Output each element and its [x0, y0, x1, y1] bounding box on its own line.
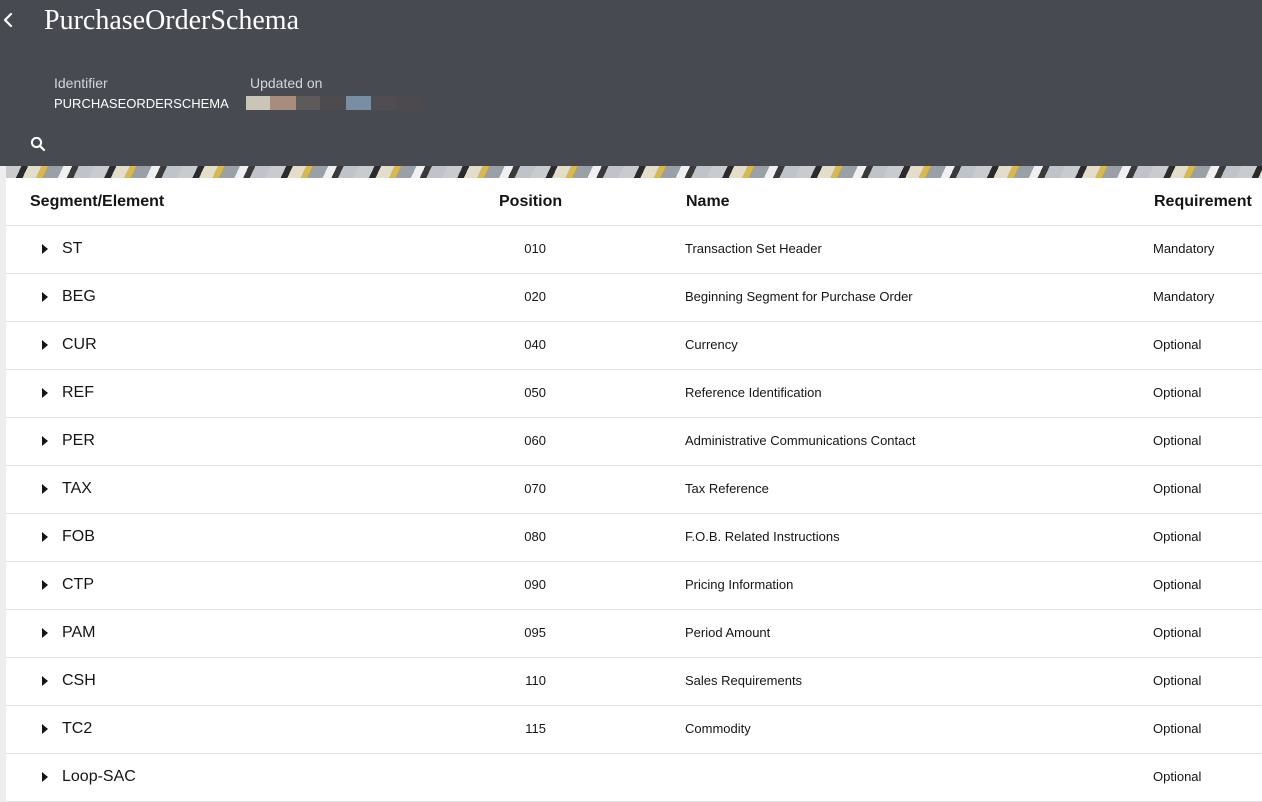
expand-row-button[interactable]: [40, 530, 50, 544]
decorative-banner: [6, 166, 1262, 178]
table-row[interactable]: PER 060 Administrative Communications Co…: [6, 418, 1262, 466]
position-cell: 040: [524, 337, 546, 352]
page-title: PurchaseOrderSchema: [44, 5, 300, 36]
page-header: PurchaseOrderSchema Identifier PURCHASEO…: [0, 0, 1262, 166]
requirement-cell: Optional: [1153, 337, 1202, 352]
position-cell: 080: [524, 529, 546, 544]
position-cell: 090: [524, 577, 546, 592]
requirement-cell: Optional: [1153, 769, 1202, 784]
table-row[interactable]: CUR 040 Currency Optional: [6, 322, 1262, 370]
expand-row-button[interactable]: [40, 338, 50, 352]
caret-right-icon: [42, 484, 48, 494]
segment-cell: REF: [62, 384, 94, 401]
segment-cell: TC2: [62, 720, 93, 737]
position-cell: 050: [524, 385, 546, 400]
expand-row-button[interactable]: [40, 674, 50, 688]
segment-cell: PER: [62, 432, 95, 449]
name-cell: Beginning Segment for Purchase Order: [685, 289, 913, 304]
requirement-cell: Mandatory: [1153, 241, 1215, 256]
caret-right-icon: [42, 724, 48, 734]
segment-cell: BEG: [62, 288, 96, 305]
name-cell: Period Amount: [685, 625, 771, 640]
chevron-left-icon: [3, 12, 13, 28]
updated-on-label: Updated on: [250, 75, 323, 91]
column-header-segment[interactable]: Segment/Element: [30, 193, 164, 211]
position-cell: 070: [524, 481, 546, 496]
segment-cell: TAX: [62, 480, 92, 497]
name-cell: Reference Identification: [685, 385, 822, 400]
position-cell: 020: [524, 289, 546, 304]
position-cell: 060: [524, 433, 546, 448]
segment-cell: CTP: [62, 576, 94, 593]
requirement-cell: Optional: [1153, 385, 1202, 400]
name-cell: Sales Requirements: [685, 673, 803, 688]
table-row[interactable]: Loop-SAC Optional: [6, 754, 1262, 802]
expand-row-button[interactable]: [40, 386, 50, 400]
table-row[interactable]: TC2 115 Commodity Optional: [6, 706, 1262, 754]
name-cell: Tax Reference: [685, 481, 769, 496]
name-cell: Currency: [685, 337, 738, 352]
expand-row-button[interactable]: [40, 242, 50, 256]
caret-right-icon: [42, 340, 48, 350]
caret-right-icon: [42, 628, 48, 638]
table-row[interactable]: CTP 090 Pricing Information Optional: [6, 562, 1262, 610]
requirement-cell: Optional: [1153, 481, 1202, 496]
identifier-value: PURCHASEORDERSCHEMA: [54, 96, 229, 111]
caret-right-icon: [42, 436, 48, 446]
table-row[interactable]: TAX 070 Tax Reference Optional: [6, 466, 1262, 514]
caret-right-icon: [42, 388, 48, 398]
caret-right-icon: [42, 580, 48, 590]
requirement-cell: Optional: [1153, 673, 1202, 688]
expand-row-button[interactable]: [40, 482, 50, 496]
caret-right-icon: [42, 772, 48, 782]
segment-cell: FOB: [62, 528, 95, 545]
expand-row-button[interactable]: [40, 626, 50, 640]
search-icon: [30, 136, 46, 152]
position-cell: 095: [524, 625, 546, 640]
requirement-cell: Optional: [1153, 721, 1202, 736]
name-cell: F.O.B. Related Instructions: [685, 529, 840, 544]
segment-cell: CSH: [62, 672, 96, 689]
table-row[interactable]: BEG 020 Beginning Segment for Purchase O…: [6, 274, 1262, 322]
position-cell: 110: [525, 673, 546, 688]
name-cell: Administrative Communications Contact: [685, 433, 916, 448]
name-cell: Transaction Set Header: [685, 241, 822, 256]
table-row[interactable]: REF 050 Reference Identification Optiona…: [6, 370, 1262, 418]
requirement-cell: Optional: [1153, 577, 1202, 592]
table-header: Segment/Element Position Name Requiremen…: [6, 178, 1262, 226]
expand-row-button[interactable]: [40, 434, 50, 448]
requirement-cell: Optional: [1153, 625, 1202, 640]
caret-right-icon: [42, 676, 48, 686]
expand-row-button[interactable]: [40, 722, 50, 736]
identifier-label: Identifier: [54, 75, 108, 91]
caret-right-icon: [42, 532, 48, 542]
expand-row-button[interactable]: [40, 770, 50, 784]
column-header-requirement[interactable]: Requirement: [1154, 193, 1252, 211]
table-row[interactable]: CSH 110 Sales Requirements Optional: [6, 658, 1262, 706]
updated-on-value-redacted: [246, 96, 426, 110]
segment-cell: ST: [62, 240, 83, 257]
segment-cell: Loop-SAC: [62, 768, 136, 785]
expand-row-button[interactable]: [40, 578, 50, 592]
requirement-cell: Optional: [1153, 529, 1202, 544]
segment-cell: CUR: [62, 336, 97, 353]
table-row[interactable]: FOB 080 F.O.B. Related Instructions Opti…: [6, 514, 1262, 562]
name-cell: Commodity: [685, 721, 751, 736]
expand-row-button[interactable]: [40, 290, 50, 304]
requirement-cell: Mandatory: [1153, 289, 1215, 304]
back-button[interactable]: [0, 8, 20, 32]
requirement-cell: Optional: [1153, 433, 1202, 448]
table-row[interactable]: PAM 095 Period Amount Optional: [6, 610, 1262, 658]
position-cell: 010: [524, 241, 546, 256]
caret-right-icon: [42, 292, 48, 302]
caret-right-icon: [42, 244, 48, 254]
segment-cell: PAM: [62, 624, 96, 641]
column-header-position[interactable]: Position: [499, 193, 562, 211]
schema-table: Segment/Element Position Name Requiremen…: [6, 178, 1262, 802]
name-cell: Pricing Information: [685, 577, 794, 592]
position-cell: 115: [525, 721, 546, 736]
column-header-name[interactable]: Name: [686, 193, 730, 211]
search-button[interactable]: [30, 136, 46, 152]
table-row[interactable]: ST 010 Transaction Set Header Mandatory: [6, 226, 1262, 274]
